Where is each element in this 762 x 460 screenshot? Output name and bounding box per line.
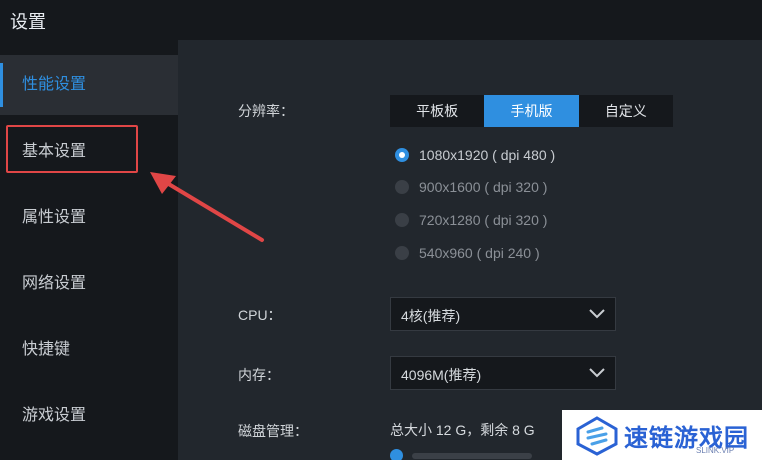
resolution-option[interactable]: 900x1600 ( dpi 320 ) xyxy=(395,176,547,198)
cpu-label: CPU： xyxy=(238,307,282,323)
radio-selected-icon[interactable] xyxy=(395,148,409,162)
disk-label: 磁盘管理： xyxy=(238,423,308,439)
radio-selected-icon[interactable] xyxy=(390,449,403,460)
radio-icon[interactable] xyxy=(395,180,409,194)
sidebar: 性能设置 基本设置 属性设置 网络设置 快捷键 游戏设置 xyxy=(0,40,178,460)
watermark-subtext: SLINK.VIP xyxy=(696,446,735,455)
cut-off-text xyxy=(412,453,532,459)
active-indicator xyxy=(0,63,3,107)
window-title: 设置 xyxy=(10,12,46,32)
resolution-option[interactable]: 720x1280 ( dpi 320 ) xyxy=(395,209,547,231)
disk-option-partial[interactable] xyxy=(390,447,590,460)
title-bar: 设置 xyxy=(0,0,762,41)
sidebar-item-shortcuts[interactable]: 快捷键 xyxy=(0,320,178,380)
disk-info: 总大小 12 G，剩余 8 G xyxy=(390,422,535,438)
watermark: 速链游戏园 SLINK.VIP xyxy=(562,410,762,460)
memory-label: 内存： xyxy=(238,367,280,383)
pointer-arrow-icon xyxy=(150,172,264,242)
phone-mode-button[interactable]: 手机版 xyxy=(484,95,579,127)
resolution-option-label: 720x1280 ( dpi 320 ) xyxy=(419,212,548,228)
device-mode-switch: 平板板 手机版 自定义 xyxy=(390,95,673,127)
memory-select[interactable]: 4096M(推荐) xyxy=(390,356,616,390)
resolution-option[interactable]: 1080x1920 ( dpi 480 ) xyxy=(395,144,555,166)
cpu-select[interactable]: 4核(推荐) xyxy=(390,297,616,331)
cpu-select-value: 4核(推荐) xyxy=(401,308,461,324)
radio-icon[interactable] xyxy=(395,246,409,260)
resolution-option-label: 540x960 ( dpi 240 ) xyxy=(419,245,540,261)
sidebar-item-label: 快捷键 xyxy=(22,341,71,358)
watermark-logo-icon xyxy=(576,416,618,456)
sidebar-item-label: 网络设置 xyxy=(22,275,87,292)
sidebar-item-performance[interactable]: 性能设置 xyxy=(0,55,178,115)
resolution-option-label: 900x1600 ( dpi 320 ) xyxy=(419,179,548,195)
sidebar-item-label: 性能设置 xyxy=(22,76,87,93)
radio-icon[interactable] xyxy=(395,213,409,227)
resolution-option[interactable]: 540x960 ( dpi 240 ) xyxy=(395,242,540,264)
chevron-down-icon xyxy=(589,368,605,378)
highlight-box xyxy=(6,125,138,173)
resolution-label: 分辨率： xyxy=(238,103,294,119)
custom-mode-button[interactable]: 自定义 xyxy=(579,95,673,127)
tablet-mode-button[interactable]: 平板板 xyxy=(390,95,484,127)
memory-select-value: 4096M(推荐) xyxy=(401,367,482,383)
sidebar-item-label: 游戏设置 xyxy=(22,407,87,424)
sidebar-item-label: 属性设置 xyxy=(22,209,87,226)
sidebar-item-network[interactable]: 网络设置 xyxy=(0,254,178,314)
sidebar-item-game[interactable]: 游戏设置 xyxy=(0,386,178,446)
chevron-down-icon xyxy=(589,309,605,319)
resolution-option-label: 1080x1920 ( dpi 480 ) xyxy=(419,147,556,163)
